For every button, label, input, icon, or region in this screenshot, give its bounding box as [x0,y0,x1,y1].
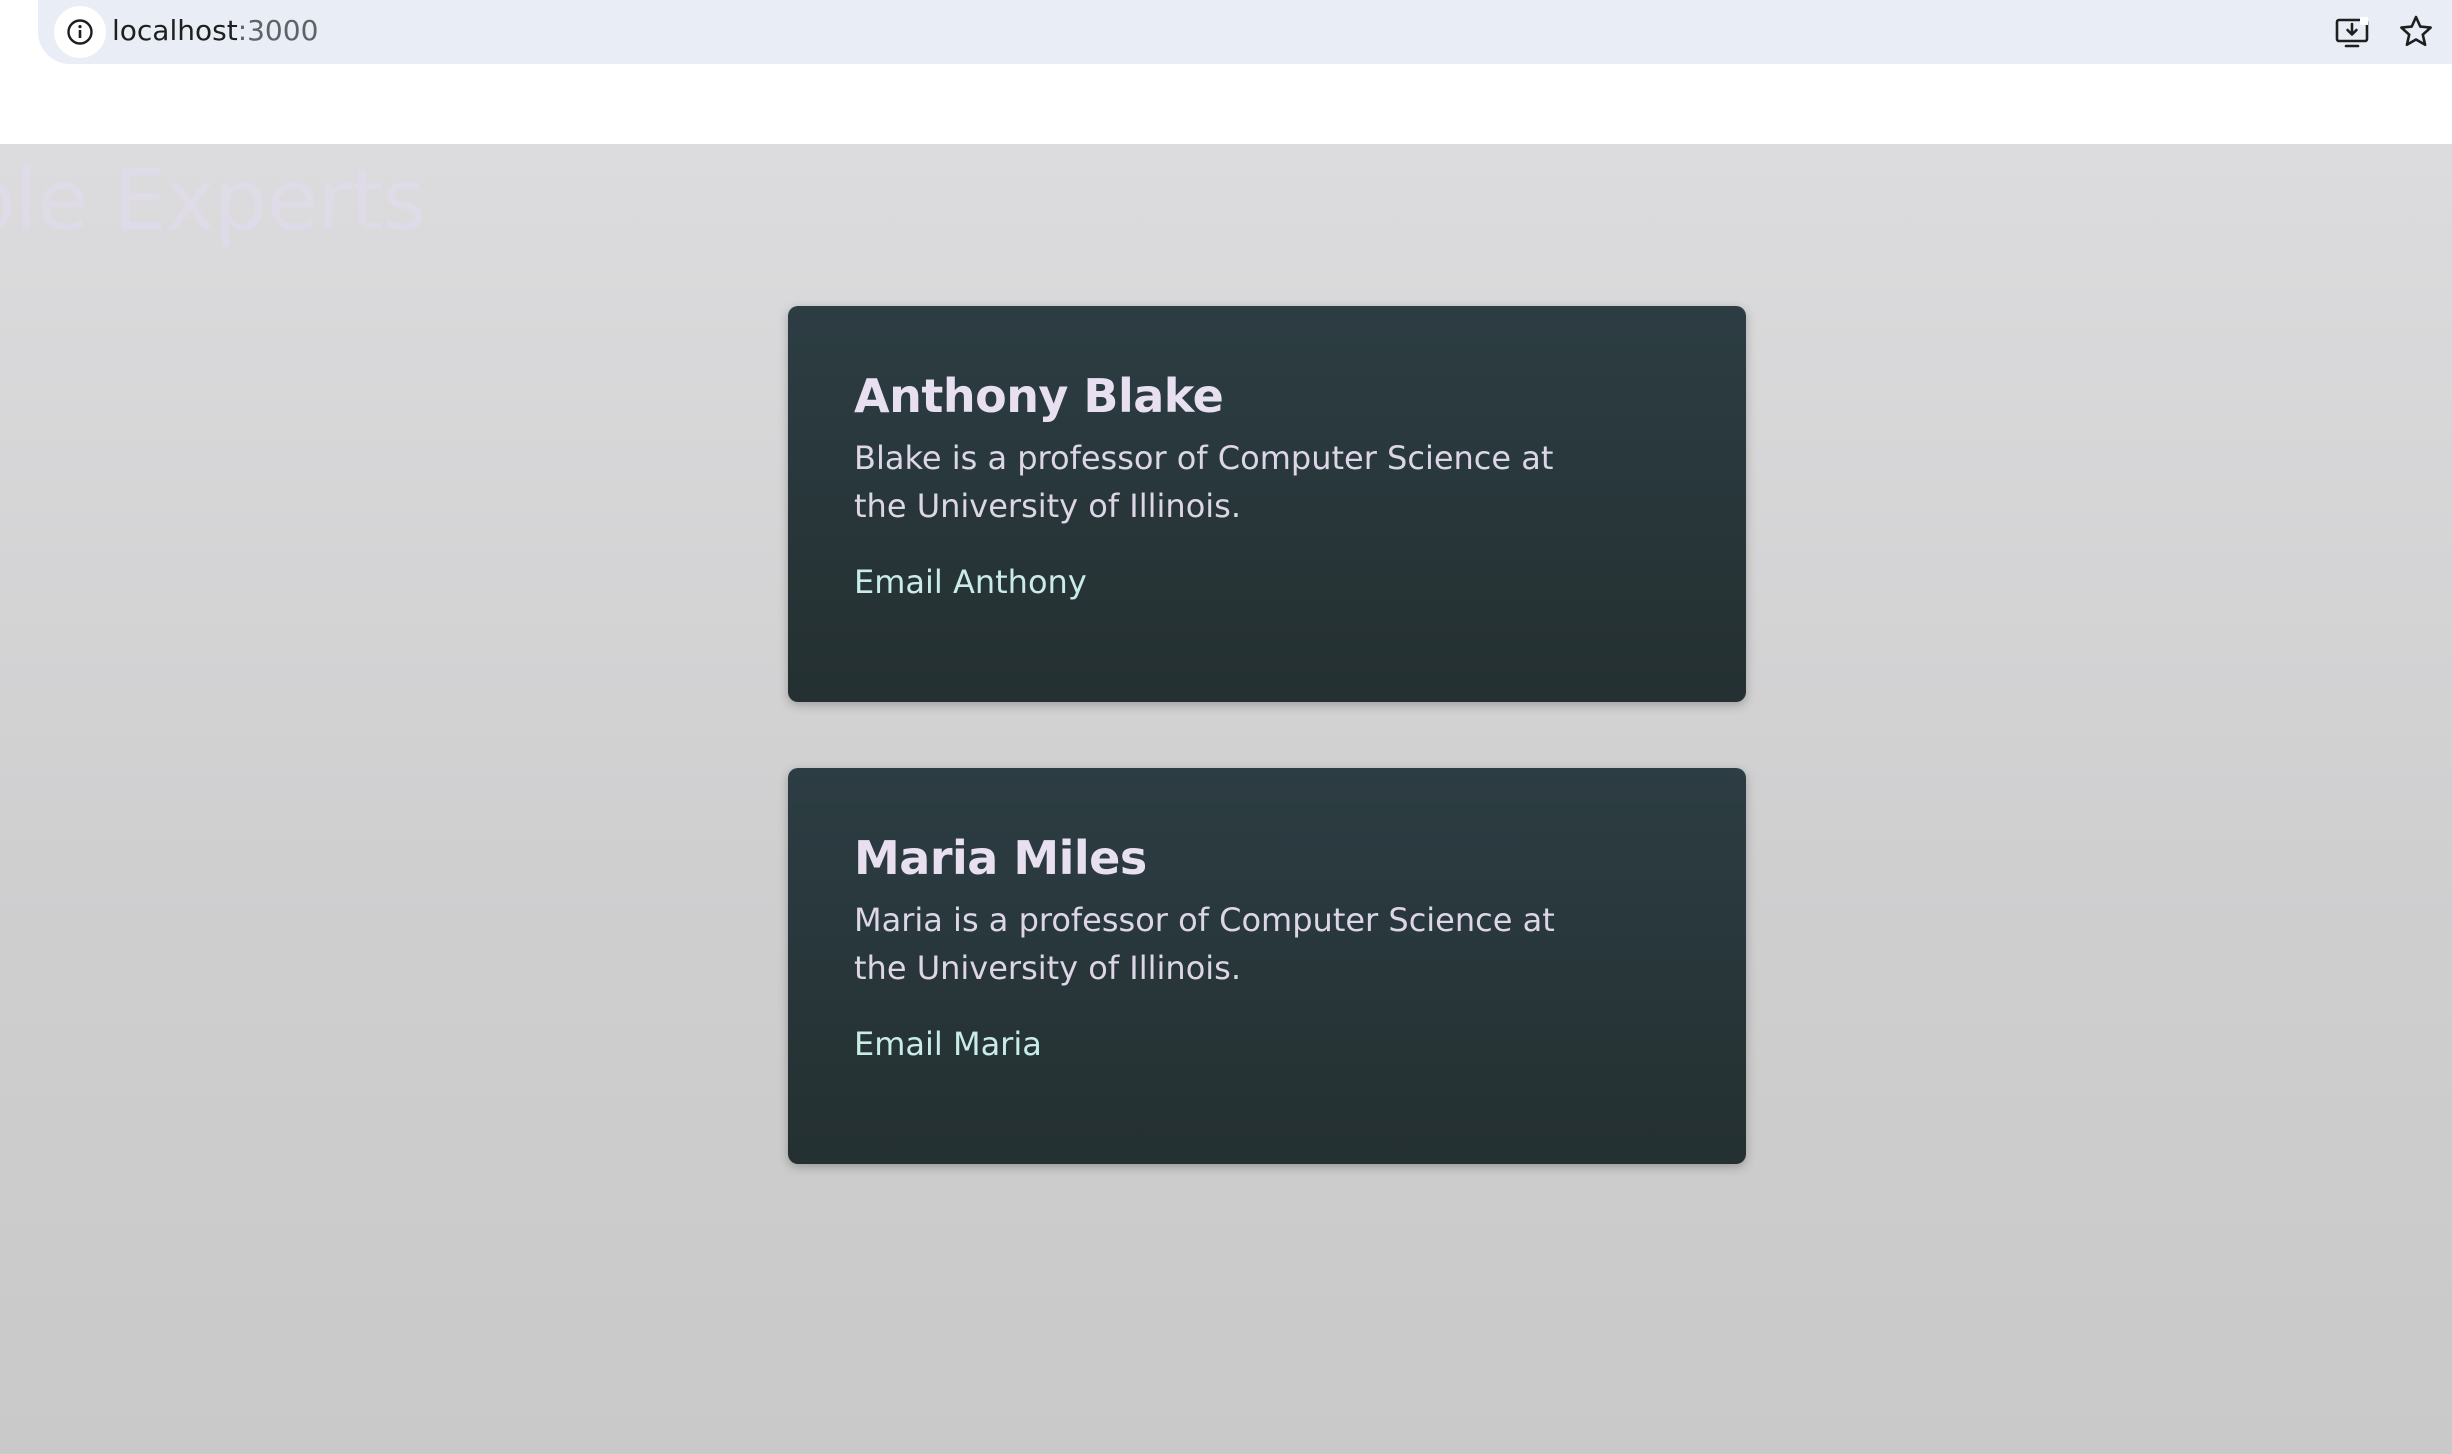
browser-toolbar: localhost:3000 [0,0,2452,144]
site-info-button[interactable] [54,6,106,58]
info-icon [67,19,93,45]
url-text[interactable]: localhost:3000 [112,13,318,49]
expert-name: Anthony Blake [854,369,1224,423]
email-anthony-link[interactable]: Email Anthony [854,560,1087,604]
star-icon[interactable] [2396,12,2436,52]
address-bar[interactable]: localhost:3000 [38,0,2452,64]
page-heading: ible Experts [0,151,426,249]
expert-card: Maria Miles Maria is a professor of Comp… [788,768,1746,1164]
url-port: :3000 [237,14,319,47]
expert-description: Maria is a professor of Computer Science… [854,901,1555,987]
expert-name: Maria Miles [854,831,1147,885]
expert-description: Blake is a professor of Computer Science… [854,439,1554,525]
install-app-icon[interactable] [2332,12,2372,52]
expert-card: Anthony Blake Blake is a professor of Co… [788,306,1746,702]
url-host: localhost [112,14,238,47]
page-content: ible Experts Anthony Blake Blake is a pr… [0,144,2452,1454]
email-maria-link[interactable]: Email Maria [854,1022,1042,1066]
